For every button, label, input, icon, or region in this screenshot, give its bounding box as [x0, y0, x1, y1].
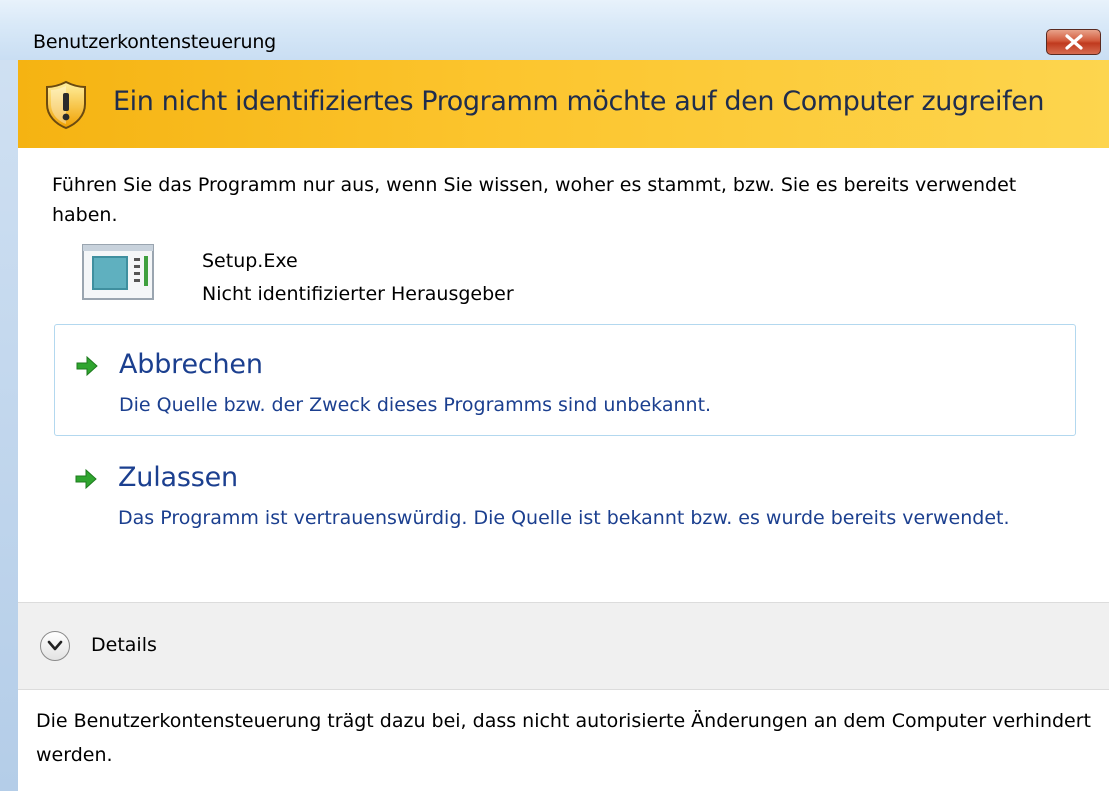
details-toggle-button[interactable] [40, 631, 70, 661]
green-arrow-icon [75, 468, 97, 490]
green-arrow-icon [76, 355, 98, 377]
cancel-option-title: Abbrechen [119, 349, 263, 380]
allow-option-title: Zulassen [118, 462, 238, 493]
footer-text: Die Benutzerkontensteuerung trägt dazu b… [36, 710, 1091, 766]
details-label[interactable]: Details [91, 634, 157, 656]
warning-banner: Ein nicht identifiziertes Programm möcht… [18, 60, 1109, 148]
program-publisher: Nicht identifizierter Herausgeber [202, 283, 514, 305]
program-icon [82, 244, 154, 300]
title-bar: Benutzerkontensteuerung [0, 0, 1109, 60]
window-title: Benutzerkontensteuerung [33, 31, 277, 53]
close-button[interactable] [1046, 29, 1101, 55]
program-name: Setup.Exe [202, 250, 298, 272]
banner-title: Ein nicht identifiziertes Programm möcht… [113, 86, 1045, 117]
intro-text: Führen Sie das Programm nur aus, wenn Si… [52, 174, 1017, 226]
allow-option-description: Das Programm ist vertrauenswürdig. Die Q… [118, 507, 1010, 529]
dialog-content: Führen Sie das Programm nur aus, wenn Si… [18, 148, 1109, 791]
uac-dialog: Benutzerkontensteuerung Ein nicht identi… [0, 0, 1109, 791]
cancel-option-description: Die Quelle bzw. der Zweck dieses Program… [119, 394, 712, 416]
details-section: Details [18, 602, 1109, 690]
chevron-down-icon [47, 640, 63, 651]
shield-warning-icon [46, 80, 86, 130]
close-icon [1065, 34, 1083, 50]
window-frame-left [0, 60, 18, 791]
allow-option[interactable]: Zulassen Das Programm ist vertrauenswürd… [54, 438, 1076, 582]
cancel-option[interactable]: Abbrechen Die Quelle bzw. der Zweck dies… [54, 324, 1076, 436]
